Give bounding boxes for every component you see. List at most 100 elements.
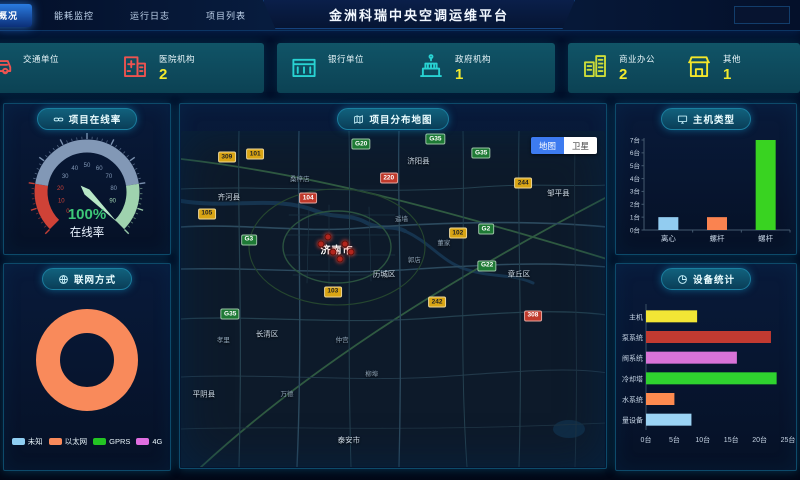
panel-network-header: 联网方式: [42, 268, 132, 290]
svg-text:离心: 离心: [661, 233, 676, 243]
stats-row: 交通单位医院机构2银行单位政府机构1商业办公2其他1: [0, 43, 800, 93]
road-shield-309: 309: [218, 152, 236, 163]
project-marker-1[interactable]: [329, 248, 336, 255]
project-marker-0[interactable]: [317, 240, 324, 247]
panel-online-rate: 项目在线率 0102030405060708090100%在线率: [3, 103, 171, 255]
government-icon: [416, 51, 446, 86]
network-legend: 未知以太网 GPRS 4G: [4, 436, 170, 447]
svg-text:40: 40: [71, 166, 78, 172]
store-icon: [684, 51, 714, 86]
map-city-label-邹平县: 邹平县: [547, 188, 570, 199]
road-shield-308: 308: [524, 310, 542, 321]
project-marker-3[interactable]: [325, 233, 332, 240]
stat-item-医院机构: 医院机构2: [120, 51, 256, 86]
legend-item-GPRS[interactable]: GPRS: [93, 437, 130, 446]
project-marker-4[interactable]: [337, 255, 344, 262]
stat-card-2: 商业办公2其他1: [568, 43, 800, 93]
road-shield-G35: G35: [221, 309, 240, 320]
map-city-label-齐河县: 齐河县: [218, 191, 241, 202]
panel-device-stats-title: 设备统计: [693, 272, 735, 286]
road-shield-244: 244: [514, 178, 532, 189]
panel-device-stats: 设备统计 0台5台10台15台20台25台主机泵系统阀系统冷却塔水系统量设备: [615, 263, 797, 471]
svg-text:螺杆: 螺杆: [710, 233, 725, 243]
map-canvas[interactable]: 地图卫星 济南市齐河县济阳县邹平县章丘区历城区长清区平阴县泰安市桑梓店遥墙郭店董…: [181, 131, 605, 467]
svg-text:1台: 1台: [630, 212, 640, 221]
svg-text:0台: 0台: [641, 435, 652, 444]
nav-tab-概况[interactable]: 概况: [0, 4, 32, 27]
stat-value: 1: [455, 66, 491, 83]
left-column: 项目在线率 0102030405060708090100%在线率 联网方式 未知…: [3, 103, 171, 471]
panel-network-mode: 联网方式 未知以太网 GPRS 4G: [3, 263, 171, 471]
svg-text:20: 20: [57, 186, 64, 192]
svg-text:25台: 25台: [781, 435, 796, 444]
nav-tab-能耗监控[interactable]: 能耗监控: [40, 4, 108, 27]
legend-swatch: [93, 438, 106, 445]
stat-value: 1: [723, 66, 741, 83]
nav-tab-项目列表[interactable]: 项目列表: [192, 4, 260, 27]
svg-text:5台: 5台: [669, 435, 680, 444]
online-rate-gauge: 0102030405060708090100%在线率: [4, 130, 170, 252]
map-type-button-地图[interactable]: 地图: [531, 137, 564, 154]
road-shield-G35: G35: [472, 148, 491, 159]
panel-network-title: 联网方式: [74, 272, 116, 286]
stat-label: 银行单位: [328, 53, 364, 65]
panel-map-title: 项目分布地图: [369, 112, 432, 126]
svg-text:7台: 7台: [630, 135, 640, 144]
map-icon: [353, 114, 364, 125]
svg-text:70: 70: [105, 174, 112, 180]
svg-text:6台: 6台: [630, 148, 640, 157]
top-nav-bar: 概况能耗监控运行日志项目列表视频监控 金洲科瑞中央空调运维平台: [0, 0, 800, 31]
project-marker-2[interactable]: [342, 240, 349, 247]
hospital-icon: [120, 51, 150, 86]
legend-swatch: [49, 438, 62, 445]
app-title-box: 金洲科瑞中央空调运维平台: [263, 0, 575, 29]
monitor-icon: [677, 114, 688, 125]
svg-text:在线率: 在线率: [70, 225, 105, 239]
road-shield-101: 101: [246, 149, 264, 160]
map-town-label-桑梓店: 桑梓店: [290, 173, 310, 183]
stat-value: 2: [619, 66, 655, 83]
road-shield-105: 105: [198, 208, 216, 219]
map-city-label-章丘区: 章丘区: [508, 268, 531, 279]
svg-text:90: 90: [109, 198, 116, 204]
legend-item-未知[interactable]: 未知: [12, 436, 43, 447]
road-shield-G20: G20: [352, 139, 371, 150]
panel-host-type: 主机类型 0台1台2台3台4台5台6台7台离心螺杆螺杆: [615, 103, 797, 255]
map-type-button-卫星[interactable]: 卫星: [564, 137, 597, 154]
svg-text:20台: 20台: [752, 435, 767, 444]
project-marker-5[interactable]: [347, 248, 354, 255]
legend-item-4G[interactable]: 4G: [136, 437, 162, 446]
svg-text:5台: 5台: [630, 161, 640, 170]
svg-text:60: 60: [96, 166, 103, 172]
map-town-label-仲宫: 仲宫: [336, 334, 349, 344]
stat-label: 医院机构: [159, 53, 195, 65]
nav-tab-运行日志[interactable]: 运行日志: [116, 4, 184, 27]
svg-text:4台: 4台: [630, 174, 640, 183]
road-shield-103: 103: [324, 286, 342, 297]
svg-text:螺杆: 螺杆: [758, 233, 773, 243]
svg-text:主机: 主机: [629, 312, 643, 321]
road-shield-104: 104: [299, 193, 317, 204]
road-shield-G35: G35: [426, 134, 445, 145]
stat-item-政府机构: 政府机构1: [416, 51, 543, 86]
legend-item-以太网[interactable]: 以太网: [49, 436, 88, 447]
map-town-label-柳埠: 柳埠: [365, 368, 378, 378]
office-icon: [580, 51, 610, 86]
svg-text:水系统: 水系统: [622, 395, 643, 404]
device-stats-bar-chart: 0台5台10台15台20台25台主机泵系统阀系统冷却塔水系统量设备: [616, 290, 796, 455]
svg-text:15台: 15台: [724, 435, 739, 444]
panel-online-rate-title: 项目在线率: [69, 112, 122, 126]
legend-swatch: [12, 438, 25, 445]
dashboard-root: 概况能耗监控运行日志项目列表视频监控 金洲科瑞中央空调运维平台 交通单位 医院机构…: [0, 0, 800, 480]
panel-device-stats-header: 设备统计: [661, 268, 751, 290]
map-town-label-董家: 董家: [437, 237, 450, 247]
panel-host-type-title: 主机类型: [693, 112, 735, 126]
map-city-label-济阳县: 济阳县: [407, 156, 430, 167]
stat-label: 交通单位: [23, 53, 59, 65]
main-grid: 项目在线率 0102030405060708090100%在线率 联网方式 未知…: [0, 103, 800, 471]
svg-text:阀系统: 阀系统: [622, 354, 643, 363]
panel-map-header: 项目分布地图: [337, 108, 448, 130]
legend-label: GPRS: [109, 437, 130, 446]
svg-text:冷却塔: 冷却塔: [622, 374, 643, 383]
road-shield-242: 242: [428, 297, 446, 308]
